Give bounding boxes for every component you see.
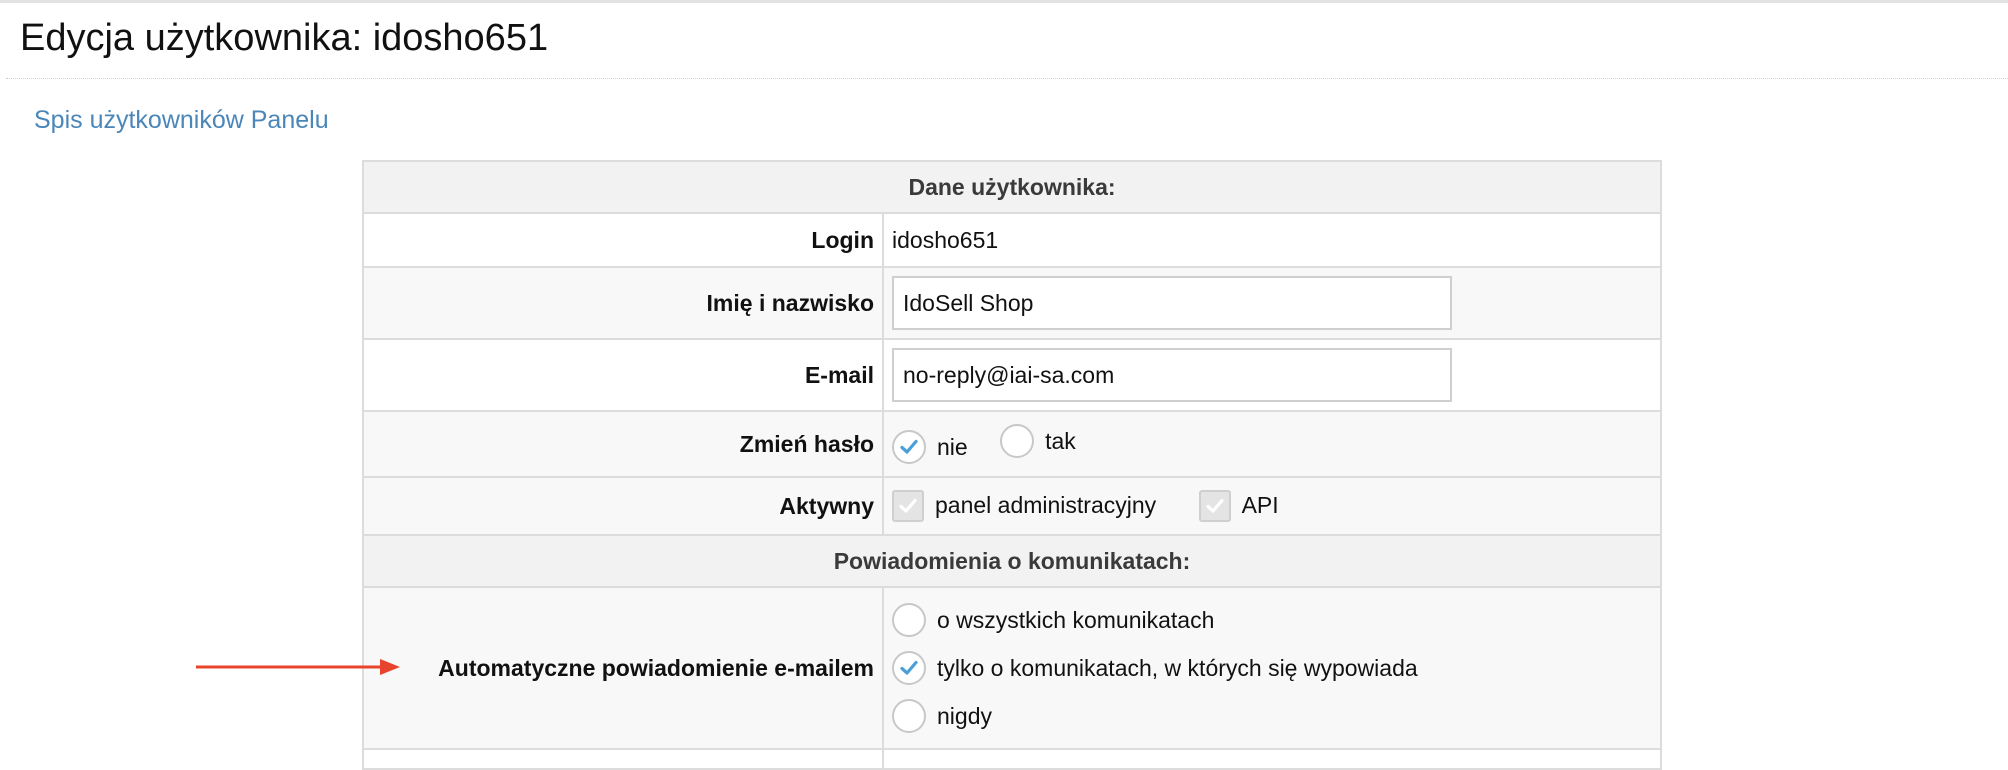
email-input[interactable] <box>892 348 1452 402</box>
section-header-user-data: Dane użytkownika: <box>362 160 1662 214</box>
user-edit-form: Dane użytkownika: Login idosho651 Imię i… <box>362 160 1662 770</box>
active-option-panel[interactable]: panel administracyjny <box>892 489 1157 522</box>
notify-never-label: nigdy <box>937 702 992 729</box>
password-yes-label: tak <box>1045 427 1076 454</box>
notify-option-never[interactable]: nigdy <box>892 699 1634 733</box>
page-title: Edycja użytkownika: idosho651 <box>20 17 549 59</box>
password-option-no[interactable]: nie <box>892 430 968 464</box>
name-label: Imię i nazwisko <box>362 266 884 340</box>
active-label: Aktywny <box>362 476 884 536</box>
login-row: Login idosho651 <box>362 212 1662 268</box>
change-password-row: Zmień hasło nie tak <box>362 410 1662 478</box>
notify-participated-label: tylko o komunikatach, w których się wypo… <box>937 654 1418 681</box>
email-notification-label: Automatyczne powiadomienie e-mailem <box>362 586 884 750</box>
api-label: API <box>1241 492 1279 518</box>
login-value: idosho651 <box>882 212 1662 268</box>
notify-all-label: o wszystkich komunikatach <box>937 606 1215 633</box>
api-checkbox[interactable] <box>1198 489 1231 522</box>
checkmark-icon <box>900 660 918 675</box>
notify-all-radio[interactable] <box>892 603 926 637</box>
panel-admin-label: panel administracyjny <box>935 492 1157 518</box>
email-row: E-mail <box>362 338 1662 412</box>
login-label: Login <box>362 212 884 268</box>
name-row: Imię i nazwisko <box>362 266 1662 340</box>
checkmark-icon <box>1205 498 1224 513</box>
notification-options: o wszystkich komunikatach tylko o komuni… <box>892 593 1660 743</box>
password-no-label: nie <box>937 433 968 460</box>
email-notification-row: Automatyczne powiadomienie e-mailem o ws… <box>362 586 1662 750</box>
checkmark-icon <box>900 439 918 454</box>
active-option-api[interactable]: API <box>1198 489 1279 522</box>
change-password-label: Zmień hasło <box>362 410 884 478</box>
section-header-notifications: Powiadomienia o komunikatach: <box>362 534 1662 588</box>
notify-option-participated[interactable]: tylko o komunikatach, w których się wypo… <box>892 651 1634 685</box>
password-no-radio[interactable] <box>892 430 926 464</box>
table-continuation-row <box>362 748 1662 770</box>
title-divider <box>6 78 2008 79</box>
password-option-yes[interactable]: tak <box>1000 424 1076 458</box>
checkmark-icon <box>899 498 917 513</box>
arrow-right-icon <box>196 659 400 675</box>
email-label: E-mail <box>362 338 884 412</box>
top-border <box>0 0 2008 3</box>
active-row: Aktywny panel administracyjny API <box>362 476 1662 536</box>
notify-option-all[interactable]: o wszystkich komunikatach <box>892 603 1634 637</box>
panel-admin-checkbox[interactable] <box>892 489 924 522</box>
name-input[interactable] <box>892 276 1452 330</box>
back-to-users-link[interactable]: Spis użytkowników Panelu <box>34 104 329 136</box>
notify-participated-radio[interactable] <box>892 651 926 685</box>
password-yes-radio[interactable] <box>1000 424 1035 458</box>
notify-never-radio[interactable] <box>892 699 926 733</box>
